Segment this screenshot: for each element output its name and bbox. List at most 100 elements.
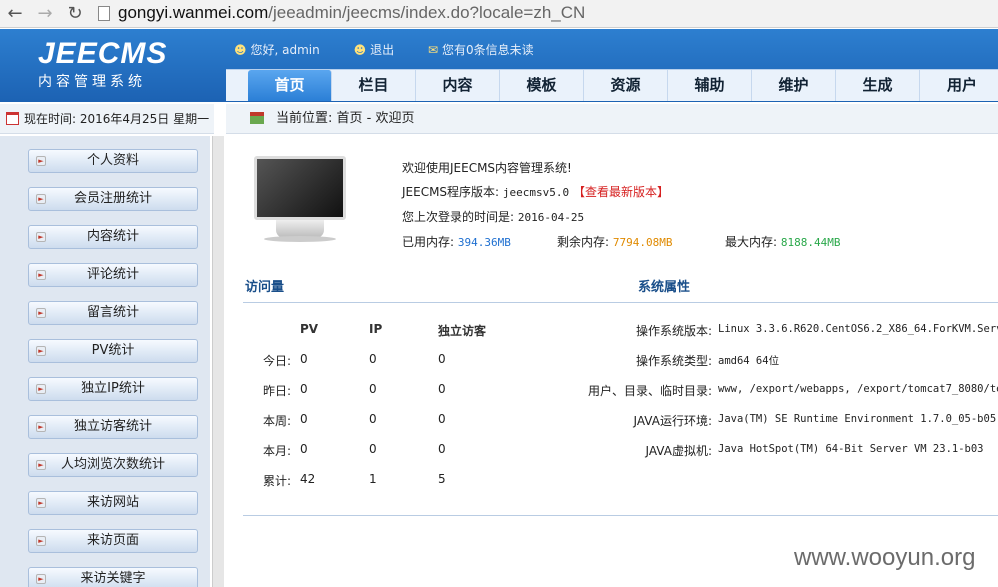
tab-template[interactable]: 模板 xyxy=(500,70,584,101)
col-uv: 独立访客 xyxy=(438,324,487,338)
sidebar-item-label: 评论统计 xyxy=(86,267,139,282)
check-latest-link[interactable]: 【查看最新版本】 xyxy=(573,185,669,199)
row-label: 本月: xyxy=(263,444,292,458)
reload-icon[interactable]: ↻ xyxy=(64,3,86,25)
arrow-right-icon: ► xyxy=(36,460,46,470)
tab-home[interactable]: 首页 xyxy=(248,70,332,101)
sidebar-item-label: 会员注册统计 xyxy=(73,191,152,206)
row-uv: 0 xyxy=(438,352,446,366)
sidebar-item-label: 来访网站 xyxy=(86,495,139,510)
mem-free-value: 7794.08MB xyxy=(612,236,673,249)
row-pv: 0 xyxy=(300,412,308,426)
logo: JEECMS 内容管理系统 xyxy=(38,39,167,91)
version-value: jeecmsv5.0 xyxy=(502,186,570,199)
logout-text: 退出 xyxy=(370,43,395,57)
system-heading: 系统属性 xyxy=(638,280,691,295)
sidebar-item-avg-views[interactable]: ► 人均浏览次数统计 xyxy=(28,453,198,477)
sidebar-item-profile[interactable]: ► 个人资料 xyxy=(28,149,198,173)
sidebar-item-label: 个人资料 xyxy=(86,153,139,168)
prop-label: 用户、目录、临时目录: xyxy=(587,384,712,398)
sidebar-item-label: 留言统计 xyxy=(86,305,139,320)
tab-content[interactable]: 内容 xyxy=(416,70,500,101)
sidebar-item-referrer-sites[interactable]: ► 来访网站 xyxy=(28,491,198,515)
mem-used-value: 394.36MB xyxy=(457,236,511,249)
sidebar-item-visitor-stats[interactable]: ► 独立访客统计 xyxy=(28,415,198,439)
sidebar-item-ip-stats[interactable]: ► 独立IP统计 xyxy=(28,377,198,401)
sidebar-item-label: 来访页面 xyxy=(86,533,139,548)
last-login-line: 您上次登录的时间是: 2016-04-25 xyxy=(402,205,840,230)
top-links: ☻ 您好, admin ☻ 退出 ✉ 您有0条信息未读 xyxy=(234,41,564,58)
calendar-icon xyxy=(6,112,19,125)
row-ip: 0 xyxy=(369,442,377,456)
sidebar-item-member-stats[interactable]: ► 会员注册统计 xyxy=(28,187,198,211)
welcome-info: 欢迎使用JEECMS内容管理系统! JEECMS程序版本: jeecmsv5.0… xyxy=(402,156,840,255)
version-label: JEECMS程序版本: xyxy=(402,185,503,199)
sidebar-scrollbar[interactable] xyxy=(212,136,224,587)
sidebar-item-content-stats[interactable]: ► 内容统计 xyxy=(28,225,198,249)
visits-heading: 访问量 xyxy=(245,280,285,295)
row-pv: 0 xyxy=(300,352,308,366)
messages-link[interactable]: ✉ 您有0条信息未读 xyxy=(428,41,534,58)
address-bar[interactable]: gongyi.wanmei.com/jeeadmin/jeecms/index.… xyxy=(118,3,585,23)
col-pv: PV xyxy=(300,322,319,336)
mem-free: 剩余内存: 7794.08MB xyxy=(557,230,725,255)
sidebar-item-referrer-pages[interactable]: ► 来访页面 xyxy=(28,529,198,553)
sidebar-item-label: 来访关键字 xyxy=(80,571,146,586)
forward-icon[interactable]: → xyxy=(34,3,56,25)
row-label: 昨日: xyxy=(263,384,292,398)
prop-value: Linux 3.3.6.R620.CentOS6.2_X86_64.ForKVM… xyxy=(718,323,998,335)
tab-channel[interactable]: 栏目 xyxy=(332,70,416,101)
arrow-right-icon: ► xyxy=(36,536,46,546)
tab-generate[interactable]: 生成 xyxy=(836,70,920,101)
arrow-right-icon: ► xyxy=(36,308,46,318)
arrow-right-icon: ► xyxy=(36,156,46,166)
tab-assist[interactable]: 辅助 xyxy=(668,70,752,101)
prop-value: Java(TM) SE Runtime Environment 1.7.0_05… xyxy=(718,413,997,425)
row-uv: 0 xyxy=(438,412,446,426)
logout-link[interactable]: ☻ 退出 xyxy=(354,41,395,58)
tab-user[interactable]: 用户 xyxy=(920,70,998,101)
tab-maintain[interactable]: 维护 xyxy=(752,70,836,101)
mem-used-label: 已用内存: xyxy=(402,235,458,249)
divider xyxy=(243,302,998,303)
last-login-value: 2016-04-25 xyxy=(517,211,585,224)
row-uv: 5 xyxy=(438,472,446,486)
sidebar-item-pv-stats[interactable]: ► PV统计 xyxy=(28,339,198,363)
arrow-right-icon: ► xyxy=(36,232,46,242)
back-icon[interactable]: ← xyxy=(4,3,26,25)
mem-max-label: 最大内存: xyxy=(725,235,781,249)
logo-subtitle: 内容管理系统 xyxy=(38,74,146,90)
greeting: ☻ 您好, admin xyxy=(234,41,320,58)
date-label: 现在时间: xyxy=(24,112,80,126)
row-label: 本周: xyxy=(263,414,292,428)
prop-label: JAVA运行环境: xyxy=(633,414,712,428)
sidebar: ► 个人资料 ► 会员注册统计 ► 内容统计 ► 评论统计 ► 留言统计 ► PV统计 ► 独… xyxy=(0,136,210,587)
mem-free-label: 剩余内存: xyxy=(557,235,613,249)
row-uv: 0 xyxy=(438,382,446,396)
version-line: JEECMS程序版本: jeecmsv5.0 【查看最新版本】 xyxy=(402,180,840,205)
arrow-right-icon: ► xyxy=(36,498,46,508)
row-pv: 0 xyxy=(300,442,308,456)
breadcrumb-path[interactable]: 首页 - 欢迎页 xyxy=(337,111,415,126)
monitor-icon xyxy=(254,156,346,246)
sidebar-item-keywords[interactable]: ► 来访关键字 xyxy=(28,567,198,587)
row-ip: 1 xyxy=(369,472,377,486)
mem-used: 已用内存: 394.36MB xyxy=(402,230,557,255)
row-pv: 0 xyxy=(300,382,308,396)
app-header: JEECMS 内容管理系统 ☻ 您好, admin ☻ 退出 ✉ 您有0条信息未读 首… xyxy=(0,29,998,102)
page-icon xyxy=(98,6,110,21)
sidebar-item-comment-stats[interactable]: ► 评论统计 xyxy=(28,263,198,287)
sidebar-item-label: PV统计 xyxy=(91,343,135,358)
mail-icon: ✉ xyxy=(427,43,438,57)
breadcrumb-label: 当前位置: xyxy=(276,111,337,126)
arrow-right-icon: ► xyxy=(36,574,46,584)
arrow-right-icon: ► xyxy=(36,384,46,394)
welcome-title: 欢迎使用JEECMS内容管理系统! xyxy=(402,161,572,175)
arrow-right-icon: ► xyxy=(36,346,46,356)
tab-resource[interactable]: 资源 xyxy=(584,70,668,101)
logout-icon: ☻ xyxy=(353,43,367,57)
divider xyxy=(243,515,998,516)
sidebar-item-guestbook-stats[interactable]: ► 留言统计 xyxy=(28,301,198,325)
greeting-text: 您好, admin xyxy=(250,43,320,57)
sidebar-item-label: 独立访客统计 xyxy=(73,419,152,434)
